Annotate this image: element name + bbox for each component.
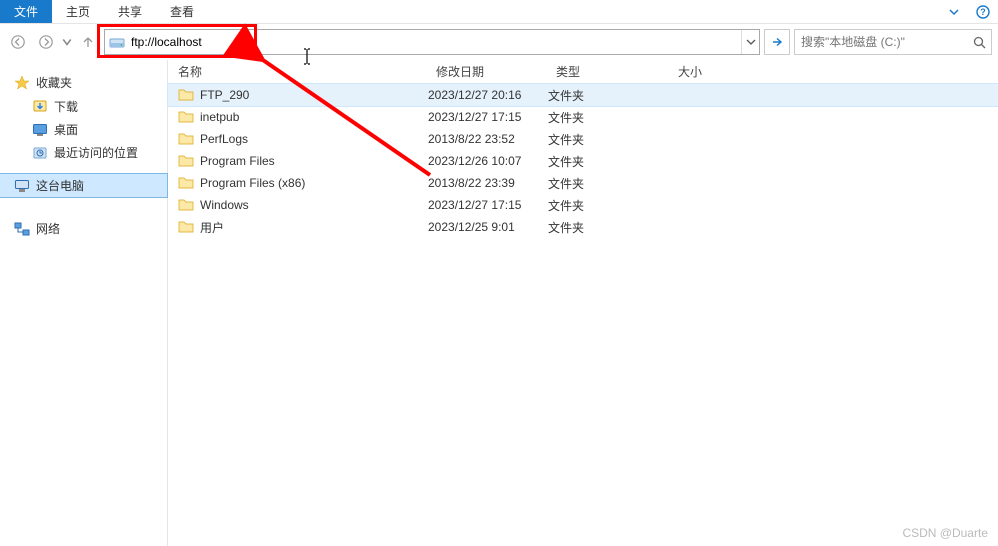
folder-icon <box>178 109 194 125</box>
file-type: 文件夹 <box>548 131 670 148</box>
file-type: 文件夹 <box>548 153 670 170</box>
sidebar-item-desktop[interactable]: 桌面 <box>0 118 167 141</box>
ribbon-expand-icon[interactable] <box>940 0 968 23</box>
menu-home[interactable]: 主页 <box>52 0 104 23</box>
folder-icon <box>178 153 194 169</box>
table-row[interactable]: Windows 2023/12/27 17:15文件夹 <box>168 194 998 216</box>
file-type: 文件夹 <box>548 87 670 104</box>
watermark: CSDN @Duarte <box>902 526 988 540</box>
file-type: 文件夹 <box>548 197 670 214</box>
folder-icon <box>178 87 194 103</box>
sidebar-item-label: 这台电脑 <box>36 177 84 194</box>
table-row[interactable]: inetpub 2023/12/27 17:15文件夹 <box>168 106 998 128</box>
file-type: 文件夹 <box>548 175 670 192</box>
file-date: 2013/8/22 23:39 <box>428 176 548 190</box>
sidebar-favorites[interactable]: 收藏夹 <box>0 70 167 95</box>
search-input[interactable] <box>795 35 967 49</box>
computer-icon <box>14 178 30 194</box>
column-type[interactable]: 类型 <box>548 63 670 80</box>
file-date: 2023/12/26 10:07 <box>428 154 548 168</box>
sidebar-label: 收藏夹 <box>36 74 72 91</box>
svg-text:?: ? <box>980 7 986 17</box>
address-bar[interactable]: ftp://localhost <box>104 29 760 55</box>
menu-file[interactable]: 文件 <box>0 0 52 23</box>
table-row[interactable]: Program Files (x86) 2013/8/22 23:39文件夹 <box>168 172 998 194</box>
sidebar-item-label: 下载 <box>54 98 78 115</box>
column-headers: 名称 修改日期 类型 大小 <box>168 60 998 84</box>
search-icon[interactable] <box>967 36 991 49</box>
file-name: FTP_290 <box>200 88 249 102</box>
file-name: Program Files (x86) <box>200 176 305 190</box>
help-icon[interactable]: ? <box>968 0 998 23</box>
table-row[interactable]: PerfLogs 2013/8/22 23:52文件夹 <box>168 128 998 150</box>
go-button[interactable] <box>764 29 790 55</box>
up-button[interactable] <box>76 30 100 54</box>
search-box[interactable] <box>794 29 992 55</box>
download-icon <box>32 99 48 115</box>
file-date: 2023/12/27 20:16 <box>428 88 548 102</box>
back-button[interactable] <box>6 30 30 54</box>
desktop-icon <box>32 122 48 138</box>
folder-icon <box>178 197 194 213</box>
file-name: Program Files <box>200 154 275 168</box>
file-type: 文件夹 <box>548 109 670 126</box>
address-dropdown[interactable] <box>741 30 759 54</box>
forward-button[interactable] <box>34 30 58 54</box>
sidebar-item-thispc[interactable]: 这台电脑 <box>0 174 167 197</box>
table-row[interactable]: FTP_290 2023/12/27 20:16文件夹 <box>168 84 998 106</box>
file-name: Windows <box>200 198 249 212</box>
file-date: 2023/12/27 17:15 <box>428 110 548 124</box>
sidebar-item-recent[interactable]: 最近访问的位置 <box>0 141 167 164</box>
navigation-pane: 收藏夹 下载 桌面 最近访问的位置 这台电脑 网络 <box>0 60 168 546</box>
network-icon <box>14 221 30 237</box>
folder-icon <box>178 131 194 147</box>
folder-icon <box>178 175 194 191</box>
column-name[interactable]: 名称 <box>168 63 428 80</box>
file-list: FTP_2902023/12/27 20:16文件夹inetpub2023/12… <box>168 84 998 546</box>
sidebar-item-network[interactable]: 网络 <box>0 217 167 240</box>
table-row[interactable]: 用户 2023/12/25 9:01文件夹 <box>168 216 998 238</box>
menu-share[interactable]: 共享 <box>104 0 156 23</box>
folder-icon <box>178 219 194 235</box>
file-date: 2023/12/27 17:15 <box>428 198 548 212</box>
file-date: 2013/8/22 23:52 <box>428 132 548 146</box>
menu-bar: 文件 主页 共享 查看 ? <box>0 0 998 24</box>
recent-icon <box>32 145 48 161</box>
navigation-bar: ftp://localhost <box>0 24 998 60</box>
file-name: PerfLogs <box>200 132 248 146</box>
file-name: 用户 <box>200 219 224 236</box>
sidebar-item-label: 网络 <box>36 220 60 237</box>
sidebar-item-label: 最近访问的位置 <box>54 144 138 161</box>
menu-view[interactable]: 查看 <box>156 0 208 23</box>
file-name: inetpub <box>200 110 239 124</box>
sidebar-item-label: 桌面 <box>54 121 78 138</box>
star-icon <box>14 75 30 91</box>
file-type: 文件夹 <box>548 219 670 236</box>
column-date[interactable]: 修改日期 <box>428 63 548 80</box>
history-dropdown[interactable] <box>62 30 72 54</box>
file-content-area: 名称 修改日期 类型 大小 FTP_2902023/12/27 20:16文件夹… <box>168 60 998 546</box>
file-date: 2023/12/25 9:01 <box>428 220 548 234</box>
address-text[interactable]: ftp://localhost <box>129 35 741 49</box>
drive-icon <box>109 34 125 50</box>
sidebar-item-downloads[interactable]: 下载 <box>0 95 167 118</box>
column-size[interactable]: 大小 <box>670 63 750 80</box>
table-row[interactable]: Program Files 2023/12/26 10:07文件夹 <box>168 150 998 172</box>
